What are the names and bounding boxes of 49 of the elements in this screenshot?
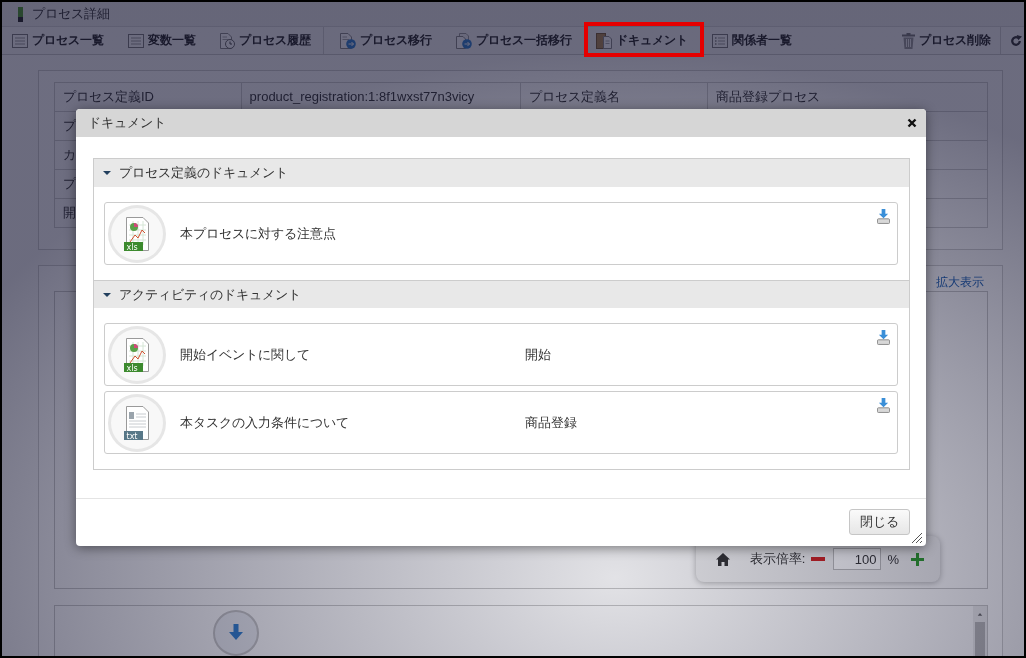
resize-grip-icon[interactable] <box>912 533 922 543</box>
toolbar-button[interactable]: ドキュメント <box>590 29 694 52</box>
toolbar-button[interactable]: プロセス履歴 <box>214 29 317 52</box>
document-card[interactable]: txt 本タスクの入力条件について 商品登録 <box>104 391 898 454</box>
zoom-label: 表示倍率: <box>749 550 806 568</box>
scroll-up-icon[interactable] <box>976 613 984 616</box>
minus-icon[interactable] <box>811 557 826 561</box>
enlarge-link[interactable]: 拡大表示 <box>936 274 984 291</box>
document-name: 本タスクの入力条件について <box>180 413 349 432</box>
binder-document-icon <box>596 32 612 49</box>
document-arrow-icon <box>340 32 356 49</box>
list-icon <box>128 33 144 48</box>
plus-icon[interactable] <box>911 552 924 566</box>
spreadsheet-file-icon: xls <box>108 325 166 384</box>
toolbar-button[interactable]: プロセス一覧 <box>6 29 110 52</box>
percent-label: % <box>887 551 899 567</box>
document-card[interactable]: xls 開始イベントに関して 開始 <box>104 323 898 386</box>
activity-name: 商品登録 <box>525 413 577 432</box>
close-icon <box>907 118 917 128</box>
scrollbar[interactable] <box>973 606 987 656</box>
download-icon[interactable] <box>877 330 890 345</box>
documents-arrow-icon <box>456 32 472 49</box>
document-clock-icon <box>220 32 235 49</box>
text-file-icon: txt <box>108 393 166 452</box>
list-icon <box>712 33 728 48</box>
toolbar-button[interactable]: 関係者一覧 <box>706 29 798 52</box>
close-button[interactable] <box>907 118 917 128</box>
refresh-icon <box>1010 34 1022 47</box>
document-name: 開始イベントに関して <box>180 345 310 364</box>
scrollbar-thumb[interactable] <box>975 621 985 656</box>
toolbar-button[interactable]: プロセス削除 <box>896 29 997 52</box>
document-card[interactable]: xls 本プロセスに対する注意点 <box>104 202 898 265</box>
home-icon[interactable] <box>715 552 730 566</box>
toolbar-button[interactable]: プロセス一括移行 <box>450 29 578 52</box>
app-icon <box>18 6 23 22</box>
section-header[interactable]: プロセス定義のドキュメント <box>94 159 909 187</box>
dialog-title: ドキュメント <box>88 115 166 131</box>
download-icon[interactable] <box>877 398 890 413</box>
close-dialog-button[interactable]: 閉じる <box>849 509 910 535</box>
download-icon[interactable] <box>877 209 890 224</box>
section-header[interactable]: アクティビティのドキュメント <box>94 280 909 308</box>
window-title: プロセス詳細 <box>32 6 110 22</box>
activity-name: 開始 <box>525 345 551 364</box>
spreadsheet-file-icon: xls <box>108 204 166 263</box>
trash-icon <box>902 32 915 49</box>
toolbar-button[interactable]: プロセス移行 <box>334 29 438 52</box>
zoom-input[interactable]: 100 <box>833 548 882 570</box>
list-icon <box>12 33 28 48</box>
toolbar-button[interactable]: 変数一覧 <box>122 29 202 52</box>
